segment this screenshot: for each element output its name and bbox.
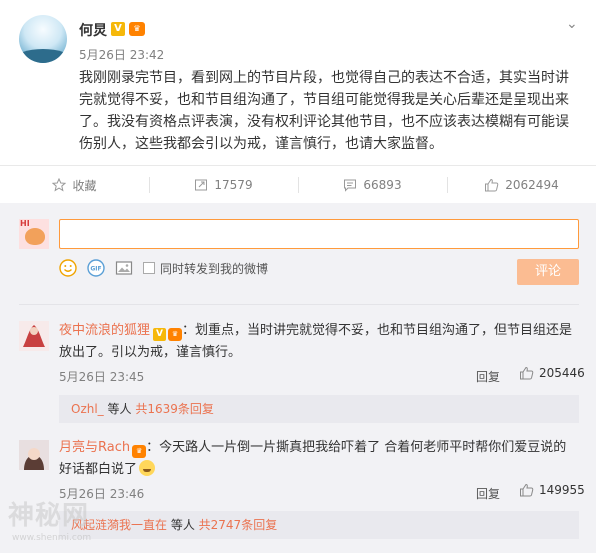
comment-count: 66893 <box>363 178 402 192</box>
watermark-url: www.shenmi.com <box>12 533 92 543</box>
comment-input[interactable] <box>59 219 579 249</box>
watermark: 神秘网 <box>8 501 90 531</box>
verified-badge-icon: V <box>111 22 125 36</box>
svg-text:GIF: GIF <box>90 266 101 273</box>
thumbs-up-icon <box>520 483 534 497</box>
image-icon[interactable] <box>115 259 133 277</box>
like-button[interactable]: 2062494 <box>447 166 596 204</box>
post-content: 我刚刚录完节目，看到网上的节目片段，也觉得自己的表达不合适，其实当时讲完就觉得不… <box>79 70 569 152</box>
member-crown-icon: ♛ <box>129 22 145 36</box>
post-time[interactable]: 5月26日 23:42 <box>79 46 164 63</box>
chevron-down-icon[interactable]: ⌄ <box>566 16 578 32</box>
commenter-avatar[interactable] <box>19 321 49 351</box>
like-count: 2062494 <box>505 178 559 192</box>
reply-button[interactable]: 回复 <box>476 485 500 502</box>
comment-section: HI GIF 同时转发到我的微博 评论 夜中流浪的狐狸 V ♛ ：划重点，当时讲完就觉… <box>0 203 596 553</box>
comment-like-button[interactable]: 205446 <box>519 366 585 380</box>
commenter-name[interactable]: 夜中流浪的狐狸 <box>59 323 150 338</box>
submit-comment-button[interactable]: 评论 <box>517 259 579 285</box>
author-avatar[interactable] <box>19 15 67 63</box>
divider <box>19 304 579 305</box>
comment-like-count: 149955 <box>539 483 585 497</box>
repost-count: 17579 <box>214 178 253 192</box>
comment-like-count: 205446 <box>539 366 585 380</box>
repost-checkbox[interactable] <box>143 262 155 274</box>
author-name[interactable]: 何炅 <box>79 20 107 40</box>
commenter-avatar[interactable] <box>19 440 49 470</box>
sub-reply-count[interactable]: 共2747条回复 <box>199 518 278 532</box>
crying-emoji-icon <box>139 460 156 476</box>
member-crown-icon: ♛ <box>132 445 147 458</box>
comment-text-block: 月亮与Rach ♛ ：今天路人一片倒一片撕真把我给吓着了 合着何老师平时帮你们爱豆说… <box>59 437 579 481</box>
comment-icon <box>344 179 357 192</box>
repost-option-label[interactable]: 同时转发到我的微博 <box>160 260 268 277</box>
verified-badge-icon: V <box>153 328 167 341</box>
repost-icon <box>195 179 208 191</box>
favorite-button[interactable]: 收藏 <box>0 166 149 204</box>
thumbs-up-icon <box>520 366 534 380</box>
my-avatar[interactable]: HI <box>19 219 49 249</box>
member-crown-icon: ♛ <box>168 328 183 341</box>
comment-text-block: 夜中流浪的狐狸 V ♛ ：划重点，当时讲完就觉得不妥，也和节目组沟通了，但节目组还是放… <box>59 320 579 364</box>
composer-tools: GIF 同时转发到我的微博 <box>59 257 268 279</box>
sub-reply-user[interactable]: Ozhl_ <box>71 402 104 416</box>
sub-reply-count[interactable]: 共1639条回复 <box>135 402 214 416</box>
gif-icon[interactable]: GIF <box>87 259 105 277</box>
sub-replies-box[interactable]: 风起涟漪我一直在 等人 共2747条回复 <box>59 511 579 539</box>
action-bar: 收藏 17579 66893 2062494 <box>0 165 596 203</box>
comment-button[interactable]: 66893 <box>298 166 447 204</box>
weibo-post: 何炅 V ♛ ⌄ 5月26日 23:42 我刚刚录完节目，看到网上的节目片段，也… <box>0 0 596 163</box>
reply-button[interactable]: 回复 <box>476 368 500 385</box>
sub-replies-box[interactable]: Ozhl_ 等人 共1639条回复 <box>59 395 579 423</box>
thumbs-up-icon <box>485 178 499 192</box>
commenter-name[interactable]: 月亮与Rach <box>59 440 130 455</box>
repost-button[interactable]: 17579 <box>149 166 298 204</box>
favorite-label: 收藏 <box>72 178 97 193</box>
comment-like-button[interactable]: 149955 <box>519 483 585 497</box>
emoji-icon[interactable] <box>59 259 77 277</box>
comment-time[interactable]: 5月26日 23:45 <box>59 368 144 385</box>
star-icon <box>52 178 67 192</box>
